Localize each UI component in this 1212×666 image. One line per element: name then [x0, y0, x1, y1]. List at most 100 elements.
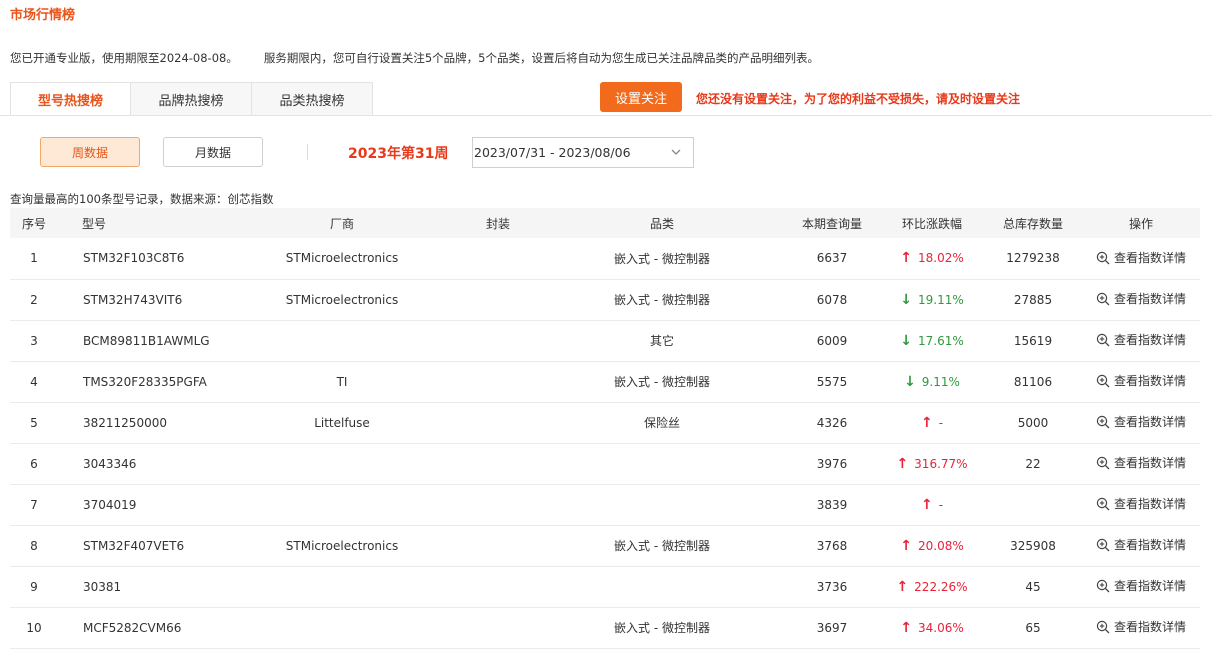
ranking-tabs: 型号热搜榜 品牌热搜榜 品类热搜榜: [10, 82, 373, 116]
view-index-detail-link[interactable]: 查看指数详情: [1096, 249, 1186, 266]
view-index-detail-link[interactable]: 查看指数详情: [1096, 331, 1186, 348]
subscription-notice: 您已开通专业版，使用期限至2024-08-08。 服务期限内，您可自行设置关注5个…: [10, 50, 819, 66]
cell-rank: 4: [30, 374, 38, 389]
view-index-detail-link[interactable]: 查看指数详情: [1096, 290, 1186, 307]
zoom-in-icon: [1096, 538, 1110, 552]
cell-queries: 6009: [816, 333, 848, 348]
cell-stock: 22: [1025, 456, 1041, 471]
cell-change: ↑ 34.06%: [880, 607, 984, 648]
cell-queries: 6078: [816, 292, 848, 307]
cell-stock: 81106: [1013, 374, 1053, 389]
table-row: 10 MCF5282CVM66 嵌入式 - 微控制器 3697 ↑ 34.06% 65 查看指…: [10, 607, 1200, 648]
zoom-in-icon: [1096, 251, 1110, 264]
cell-rank: 1: [30, 251, 38, 266]
cell-maker: [228, 443, 456, 484]
cell-model: 30381: [83, 579, 122, 594]
cell-model: 3704019: [83, 497, 137, 512]
view-index-detail-link[interactable]: 查看指数详情: [1096, 577, 1186, 594]
cell-category: 嵌入式 - 微控制器: [614, 539, 710, 553]
header-stock: 总库存数量: [1002, 216, 1063, 231]
cell-change: ↑ 18.02%: [880, 238, 984, 279]
view-index-detail-link[interactable]: 查看指数详情: [1096, 618, 1186, 635]
cell-package: [456, 525, 540, 566]
cell-queries: 4326: [816, 415, 848, 430]
zoom-in-icon: [1096, 456, 1110, 470]
tab-model-hot[interactable]: 型号热搜榜: [10, 82, 131, 116]
cell-queries: 6637: [816, 251, 848, 266]
tabs-divider: [0, 115, 1212, 116]
view-index-detail-link[interactable]: 查看指数详情: [1096, 536, 1186, 553]
cell-stock: 5000: [1017, 415, 1049, 430]
view-index-detail-label: 查看指数详情: [1113, 374, 1186, 389]
arrow-up-icon: ↑: [900, 537, 912, 554]
date-range-value: 2023/07/31 - 2023/08/06: [474, 145, 631, 160]
cell-package: [456, 443, 540, 484]
cell-queries: 3976: [816, 456, 848, 471]
cell-category: 嵌入式 - 微控制器: [614, 251, 710, 266]
cell-model: STM32H743VIT6: [83, 292, 183, 307]
table-row: 8 STM32F407VET6 STMicroelectronics 嵌入式 - 微控…: [10, 525, 1200, 566]
view-index-detail-link[interactable]: 查看指数详情: [1096, 372, 1186, 389]
table-row: 2 STM32H743VIT6 STMicroelectronics 嵌入式 - 微控…: [10, 279, 1200, 320]
cell-queries: 3736: [816, 579, 848, 594]
follow-rules-text: 服务期限内，您可自行设置关注5个品牌，5个品类，设置后将自动为您生成已关注品牌品…: [263, 51, 819, 65]
monthly-data-button[interactable]: 月数据: [163, 137, 263, 167]
cell-model: MCF5282CVM66: [83, 620, 182, 635]
cell-maker: [228, 320, 456, 361]
cell-action: 查看指数详情: [1082, 525, 1200, 566]
arrow-up-icon: ↑: [900, 250, 912, 267]
view-index-detail-label: 查看指数详情: [1113, 333, 1186, 348]
view-index-detail-link[interactable]: 查看指数详情: [1096, 454, 1186, 471]
header-maker: 厂商: [329, 216, 354, 231]
view-index-detail-label: 查看指数详情: [1113, 497, 1186, 512]
view-index-detail-link[interactable]: 查看指数详情: [1096, 413, 1186, 430]
cell-stock: 65: [1025, 620, 1041, 635]
cell-rank: 2: [30, 292, 38, 307]
cell-change: ↑ 20.08%: [880, 525, 984, 566]
cell-package: [456, 361, 540, 402]
cell-maker: [228, 566, 456, 607]
arrow-up-icon: ↑: [896, 578, 909, 595]
table-row: 6 3043346 3976 ↑ 316.77% 22 查看指数详情: [10, 443, 1200, 484]
header-queries: 本期查询量: [801, 216, 862, 231]
change-value: 9.11%: [921, 374, 960, 389]
set-follow-button[interactable]: 设置关注: [600, 82, 682, 112]
cell-action: 查看指数详情: [1082, 607, 1200, 648]
cell-package: [456, 320, 540, 361]
cell-stock: 45: [1025, 579, 1041, 594]
view-index-detail-label: 查看指数详情: [1113, 292, 1186, 307]
zoom-in-icon: [1096, 497, 1110, 511]
cell-maker: STMicroelectronics: [285, 538, 399, 553]
view-index-detail-label: 查看指数详情: [1113, 415, 1186, 430]
cell-rank: 9: [30, 579, 38, 594]
change-value: 20.08%: [917, 538, 964, 553]
cell-rank: 5: [30, 415, 38, 430]
cell-package: [456, 607, 540, 648]
arrow-up-icon: ↑: [920, 414, 933, 431]
cell-action: 查看指数详情: [1082, 279, 1200, 320]
change-value: -: [938, 415, 944, 430]
cell-maker: STMicroelectronics: [285, 292, 399, 307]
cell-package: [456, 484, 540, 525]
table-header-row: 序号 型号 厂商 封装 品类 本期查询量 环比涨跌幅 总库存数量 操作: [10, 208, 1200, 238]
cell-queries: 3768: [816, 538, 848, 553]
cell-model: TMS320F28335PGFA: [83, 374, 207, 389]
arrow-up-icon: ↑: [896, 455, 909, 472]
cell-action: 查看指数详情: [1082, 402, 1200, 443]
date-range-select[interactable]: 2023/07/31 - 2023/08/06: [472, 137, 694, 168]
zoom-in-icon: [1096, 374, 1110, 388]
cell-change: ↓ 19.11%: [880, 279, 984, 320]
cell-maker: STMicroelectronics: [285, 251, 399, 266]
cell-rank: 6: [30, 456, 38, 471]
cell-category: 嵌入式 - 微控制器: [614, 621, 710, 635]
cell-category: [540, 443, 784, 484]
cell-rank: 3: [30, 333, 38, 348]
tab-brand-hot[interactable]: 品牌热搜榜: [131, 82, 252, 116]
cell-model: 38211250000: [83, 415, 167, 430]
weekly-data-button[interactable]: 周数据: [40, 137, 140, 167]
tab-category-hot[interactable]: 品类热搜榜: [252, 82, 373, 116]
cell-model: STM32F407VET6: [83, 538, 185, 553]
view-index-detail-link[interactable]: 查看指数详情: [1096, 495, 1186, 512]
cell-maker: [228, 607, 456, 648]
change-value: 19.11%: [917, 292, 964, 307]
